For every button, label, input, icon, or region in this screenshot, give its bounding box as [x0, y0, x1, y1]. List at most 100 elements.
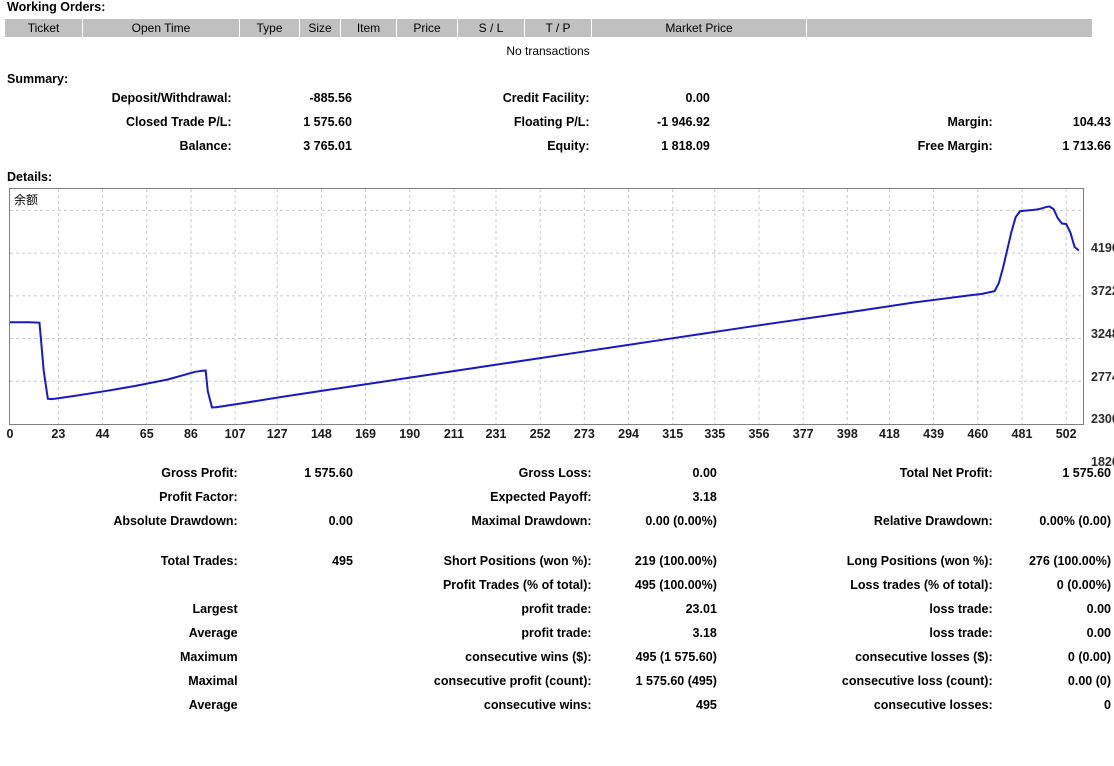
summary-row: Closed Trade P/L: 1 575.60 Floating P/L:…	[3, 110, 1111, 134]
x-axis-tick-label: 107	[224, 427, 246, 441]
y-axis-tick-label: 2300	[1091, 412, 1114, 427]
stats-row: Average profit trade: 3.18 loss trade: 0…	[3, 621, 1111, 645]
stats-row: Gross Profit: 1 575.60 Gross Loss: 0.00 …	[3, 461, 1111, 485]
y-axis-tick-label: 3722	[1091, 284, 1114, 299]
summary-value-closed-trade-pl: 1 575.60	[303, 115, 352, 129]
summary-label-margin: Margin:	[947, 115, 993, 129]
y-axis-tick-label: 2774	[1091, 369, 1114, 384]
y-axis-tick-label: 4196	[1091, 241, 1114, 256]
stat-value-absolute-drawdown: 0.00	[328, 514, 353, 528]
no-transactions-message: No transactions	[506, 44, 590, 58]
trade-stats-section: Total Trades: 495 Short Positions (won %…	[0, 549, 1114, 717]
working-orders-section: Working Orders: Ticket Open Time Type Si…	[0, 0, 1114, 58]
stats-row: Profit Factor: Expected Payoff: 3.18	[3, 485, 1111, 509]
details-title: Details:	[7, 170, 53, 184]
stat-label-max-consecutive-wins: consecutive wins ($):	[465, 650, 592, 664]
x-axis-tick-label: 273	[573, 427, 595, 441]
summary-value-credit-facility: 0.00	[685, 91, 710, 105]
column-header-type[interactable]: Type	[239, 18, 300, 38]
column-header-market-price[interactable]: Market Price	[591, 18, 807, 38]
x-axis-tick-label: 460	[967, 427, 989, 441]
y-axis-tick-label: 3248	[1091, 326, 1114, 341]
stat-label-maximum: Maximum	[179, 650, 238, 664]
stat-value-maximum	[238, 645, 353, 669]
stat-label-maximal-drawdown: Maximal Drawdown:	[471, 514, 592, 528]
summary-value-margin: 104.43	[1072, 115, 1111, 129]
stat-value-gross-profit: 1 575.60	[304, 466, 353, 480]
chart-series-label: 余额	[14, 193, 39, 207]
x-axis-tick-label: 127	[266, 427, 288, 441]
x-axis-tick-label: 65	[139, 427, 154, 441]
stat-value-profit-factor	[238, 485, 353, 509]
stat-label-row1-right	[717, 485, 993, 509]
column-header-ticket[interactable]: Ticket	[4, 18, 83, 38]
stat-label-profit-factor: Profit Factor:	[159, 490, 238, 504]
x-axis-tick-label: 148	[310, 427, 332, 441]
summary-table: Deposit/Withdrawal: -885.56 Credit Facil…	[3, 86, 1111, 158]
stat-value-maximal-drawdown: 0.00 (0.00%)	[645, 514, 717, 528]
summary-row: Deposit/Withdrawal: -885.56 Credit Facil…	[3, 86, 1111, 110]
column-header-item[interactable]: Item	[340, 18, 397, 38]
stat-value-max-consecutive-wins: 495 (1 575.60)	[635, 650, 717, 664]
stat-value-avg-consecutive-wins: 495	[696, 698, 717, 712]
stat-value-row1-right	[993, 485, 1111, 509]
stats-row: Profit Trades (% of total): 495 (100.00%…	[3, 573, 1111, 597]
x-axis-tick-label: 252	[529, 427, 551, 441]
stat-value-maximal	[238, 669, 353, 693]
stat-label-row1-left	[3, 573, 238, 597]
stat-label-average-profit-trade: profit trade:	[521, 626, 592, 640]
stat-value-largest-profit-trade: 23.01	[685, 602, 717, 616]
x-axis-tick-label: 398	[836, 427, 858, 441]
stat-value-average-profit-trade: 3.18	[692, 626, 717, 640]
x-axis-tick-label: 86	[183, 427, 198, 441]
stat-value-relative-drawdown: 0.00% (0.00)	[1039, 514, 1111, 528]
stats-row: Absolute Drawdown: 0.00 Maximal Drawdown…	[3, 509, 1111, 533]
stat-label-average-loss-trade: loss trade:	[929, 626, 993, 640]
summary-value-equity: 1 818.09	[661, 139, 710, 153]
summary-row: Balance: 3 765.01 Equity: 1 818.09 Free …	[3, 134, 1112, 158]
stat-label-long-positions: Long Positions (won %):	[846, 554, 993, 568]
chart-plot-area	[10, 189, 1083, 424]
x-axis-tick-label: 23	[51, 427, 66, 441]
stats-row: Total Trades: 495 Short Positions (won %…	[3, 549, 1111, 573]
balance-chart[interactable]: 余额	[9, 188, 1084, 425]
stat-value-largest-loss-trade: 0.00	[1086, 602, 1111, 616]
chart-y-axis: 1826 2300 2774 3248 3722 4196	[1085, 226, 1114, 486]
x-axis-tick-label: 377	[792, 427, 814, 441]
stat-value-average	[238, 621, 353, 645]
stat-label-max-consecutive-losses: consecutive losses ($):	[855, 650, 993, 664]
stat-label-gross-loss: Gross Loss:	[518, 466, 592, 480]
stats-row: Largest profit trade: 23.01 loss trade: …	[3, 597, 1111, 621]
summary-section: Summary: Deposit/Withdrawal: -885.56 Cre…	[0, 72, 1114, 158]
stats-row: Maximum consecutive wins ($): 495 (1 575…	[3, 645, 1111, 669]
stat-value-long-positions: 276 (100.00%)	[1028, 554, 1111, 568]
chart-x-axis: 0 23 44 65 86 107 127 148 169 190 211 231 252 273 294 3…	[7, 425, 1084, 447]
x-axis-tick-label: 294	[618, 427, 639, 441]
summary-label-floating-pl: Floating P/L:	[513, 115, 590, 129]
column-header-tp[interactable]: T / P	[524, 18, 592, 38]
stat-label-average2: Average	[188, 698, 238, 712]
column-header-size[interactable]: Size	[299, 18, 341, 38]
stat-label-loss-trades: Loss trades (% of total):	[850, 578, 993, 592]
column-header-price[interactable]: Price	[396, 18, 458, 38]
stat-value-avg-consecutive-losses: 0	[1104, 698, 1111, 712]
stat-value-gross-loss: 0.00	[692, 466, 717, 480]
summary-value-row0-right	[993, 86, 1111, 110]
working-orders-table: Ticket Open Time Type Size Item Price S …	[4, 18, 1093, 38]
stat-label-largest: Largest	[192, 602, 238, 616]
stat-value-average-loss-trade: 0.00	[1086, 626, 1111, 640]
stat-value-max-consecutive-losses: 0 (0.00)	[1067, 650, 1111, 664]
summary-label-row0-right	[710, 86, 993, 110]
performance-stats-table: Gross Profit: 1 575.60 Gross Loss: 0.00 …	[3, 461, 1111, 533]
stat-label-maximal-consecutive-profit: consecutive profit (count):	[433, 674, 592, 688]
summary-title: Summary:	[7, 72, 69, 86]
x-axis-tick-label: 169	[355, 427, 376, 441]
column-header-open-time[interactable]: Open Time	[82, 18, 240, 38]
stat-value-maximal-consecutive-loss: 0.00 (0)	[1067, 674, 1111, 688]
stat-label-short-positions: Short Positions (won %):	[443, 554, 592, 568]
stat-label-total-net-profit: Total Net Profit:	[899, 466, 993, 480]
column-header-sl[interactable]: S / L	[457, 18, 525, 38]
stat-label-absolute-drawdown: Absolute Drawdown:	[113, 514, 238, 528]
x-axis-tick-label: 190	[399, 427, 421, 441]
working-orders-title: Working Orders:	[7, 0, 106, 14]
